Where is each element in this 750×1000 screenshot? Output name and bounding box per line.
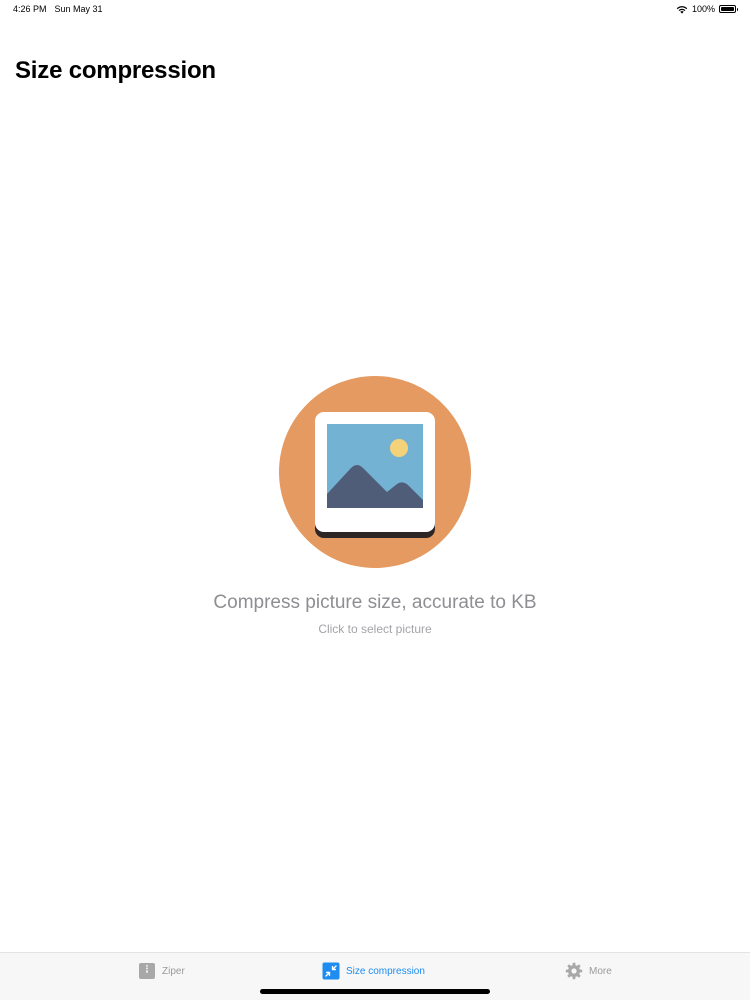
picture-icon[interactable]	[279, 376, 471, 568]
home-indicator[interactable]	[260, 989, 490, 994]
status-date: Sun May 31	[54, 4, 103, 14]
battery-level	[721, 7, 734, 11]
battery-icon	[719, 5, 738, 13]
tab-size-compression[interactable]: Size compression	[322, 962, 425, 980]
tab-size-compression-label: Size compression	[346, 965, 425, 977]
tab-ziper-label: Ziper	[162, 965, 185, 977]
tab-more[interactable]: More	[565, 962, 612, 980]
tab-ziper[interactable]: Ziper	[138, 962, 185, 980]
compress-icon	[322, 962, 340, 980]
status-time: 4:26 PM	[13, 4, 47, 14]
picker-title: Compress picture size, accurate to KB	[213, 592, 537, 613]
page-title: Size compression	[15, 57, 216, 84]
tab-more-label: More	[589, 965, 612, 977]
wifi-icon	[676, 5, 688, 14]
picker-subtitle[interactable]: Click to select picture	[0, 622, 750, 636]
gear-icon	[565, 962, 583, 980]
zip-file-icon	[139, 963, 155, 979]
app-screen: 4:26 PM Sun May 31 100% Size compression	[0, 0, 750, 1000]
status-right: 100%	[676, 4, 738, 14]
select-picture-area[interactable]: Compress picture size, accurate to KB Cl…	[0, 376, 750, 641]
battery-percent: 100%	[691, 4, 715, 14]
status-left: 4:26 PM Sun May 31	[13, 4, 103, 14]
status-bar: 4:26 PM Sun May 31 100%	[0, 0, 750, 18]
